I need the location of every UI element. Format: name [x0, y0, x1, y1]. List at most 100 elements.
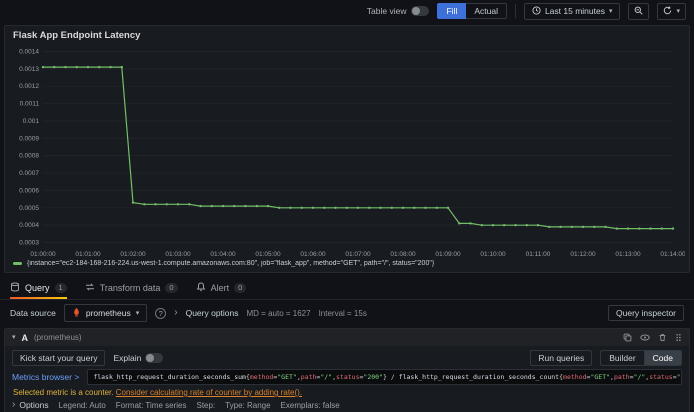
- drag-handle-icon[interactable]: [675, 333, 682, 342]
- kick-start-query-button[interactable]: Kick start your query: [12, 350, 106, 366]
- refresh-icon: [663, 6, 672, 17]
- legend: {instance="ec2-184-168-216-224.us-west-1…: [5, 259, 689, 272]
- query-editor-row-a: ▾ A (prometheus) Kick start your query E…: [4, 328, 690, 412]
- svg-text:0.0014: 0.0014: [19, 48, 39, 55]
- query-row-header[interactable]: ▾ A (prometheus): [5, 329, 689, 346]
- svg-text:01:01:00: 01:01:00: [75, 251, 101, 258]
- actual-button[interactable]: Actual: [466, 3, 507, 19]
- fill-button[interactable]: Fill: [437, 3, 467, 19]
- time-range-label: Last 15 minutes: [544, 6, 605, 16]
- query-ref-id[interactable]: A: [22, 333, 29, 343]
- panel-editor-topbar: Table view Fill Actual Last 15 minutes ▾…: [0, 0, 694, 22]
- tab-transform-data[interactable]: Transform data 0: [85, 276, 178, 299]
- table-view-label: Table view: [366, 6, 407, 16]
- svg-text:0.0003: 0.0003: [19, 240, 39, 247]
- datasource-help-icon[interactable]: ?: [155, 307, 167, 319]
- chevron-down-icon: ▾: [608, 7, 613, 15]
- svg-text:01:04:00: 01:04:00: [210, 251, 236, 258]
- svg-text:0.0009: 0.0009: [19, 135, 39, 142]
- collapse-chevron-icon[interactable]: ▾: [12, 334, 16, 341]
- option-step: Step:: [196, 400, 216, 410]
- transform-icon: [85, 282, 95, 294]
- svg-text:01:07:00: 01:07:00: [345, 251, 371, 258]
- tab-badge: 0: [234, 282, 247, 293]
- code-editor-row: Metrics browser > flask_http_request_dur…: [12, 369, 682, 385]
- query-options-summary-row: › Options Legend: Auto Format: Time seri…: [12, 399, 682, 411]
- prometheus-icon: [72, 307, 81, 319]
- query-options-toggle[interactable]: Query options: [186, 308, 239, 318]
- metrics-browser-toggle[interactable]: Metrics browser >: [12, 372, 79, 382]
- query-row-body: Kick start your query Explain Run querie…: [5, 346, 689, 412]
- option-legend: Legend: Auto: [58, 400, 106, 410]
- panel-title[interactable]: Flask App Endpoint Latency: [5, 26, 689, 43]
- duplicate-query-icon[interactable]: [623, 333, 632, 342]
- query-options-interval: Interval = 15s: [318, 308, 367, 318]
- svg-text:0.0007: 0.0007: [19, 170, 39, 177]
- tab-alert[interactable]: Alert 0: [196, 276, 247, 299]
- tab-query[interactable]: Query 1: [10, 276, 67, 299]
- tab-badge: 1: [54, 282, 67, 293]
- chevron-down-icon: ▾: [676, 7, 680, 15]
- tab-label: Alert: [210, 282, 230, 293]
- counter-warning: Selected metric is a counter. Consider c…: [12, 388, 682, 397]
- svg-text:01:12:00: 01:12:00: [570, 251, 596, 258]
- latency-chart[interactable]: 0.0014 0.0013 0.0012 0.0011 0.001 0.0009 0.000…: [9, 43, 685, 259]
- svg-text:0.0004: 0.0004: [19, 222, 39, 229]
- svg-text:0.0013: 0.0013: [19, 66, 39, 73]
- query-toolbar-row: Kick start your query Explain Run querie…: [12, 350, 682, 366]
- explain-group: Explain: [113, 353, 164, 363]
- svg-text:01:05:00: 01:05:00: [255, 251, 281, 258]
- datasource-name: prometheus: [85, 308, 131, 318]
- option-format: Format: Time series: [115, 400, 187, 410]
- editor-mode-toggle: Builder Code: [600, 350, 682, 366]
- datasource-row: Data source prometheus ▾ ? › Query optio…: [0, 300, 694, 326]
- svg-text:0.001: 0.001: [23, 118, 40, 125]
- explain-toggle[interactable]: [145, 353, 164, 363]
- series-color-marker: [13, 262, 22, 265]
- editor-tabs: Query 1 Transform data 0 Alert 0: [0, 276, 694, 300]
- query-options-maxdatapoints: MD = auto = 1627: [246, 308, 311, 318]
- table-view-group: Table view: [367, 6, 430, 16]
- remove-query-icon[interactable]: [658, 333, 667, 342]
- add-rate-link[interactable]: Consider calculating rate of counter by …: [116, 388, 302, 397]
- option-type: Type: Range: [225, 400, 271, 410]
- chart-area: 0.0014 0.0013 0.0012 0.0011 0.001 0.0009 0.000…: [5, 43, 689, 259]
- svg-text:01:06:00: 01:06:00: [300, 251, 326, 258]
- svg-text:01:09:00: 01:09:00: [435, 251, 461, 258]
- svg-text:01:11:00: 01:11:00: [526, 251, 551, 258]
- explain-label: Explain: [113, 353, 142, 363]
- zoom-out-icon: [634, 6, 644, 17]
- clock-icon: [532, 5, 541, 17]
- query-datasource-hint: (prometheus): [34, 333, 82, 342]
- datasource-picker[interactable]: prometheus ▾: [63, 304, 148, 322]
- warning-text: Selected metric is a counter.: [13, 388, 114, 397]
- svg-text:0.0012: 0.0012: [19, 83, 39, 90]
- series-legend-label[interactable]: {instance="ec2-184-168-216-224.us-west-1…: [27, 260, 434, 267]
- hide-query-icon[interactable]: [640, 333, 650, 342]
- chevron-right-icon: ›: [174, 307, 178, 318]
- promql-expression-input[interactable]: flask_http_request_duration_seconds_sum{…: [87, 369, 682, 385]
- tab-badge: 0: [165, 282, 178, 293]
- query-inspector-button[interactable]: Query inspector: [608, 305, 684, 321]
- chevron-right-icon: ›: [12, 399, 16, 410]
- refresh-button[interactable]: ▾: [657, 2, 686, 20]
- timeseries-panel: Flask App Endpoint Latency 0.0014 0.0013 0…: [4, 25, 690, 273]
- svg-text:0.0008: 0.0008: [19, 153, 39, 160]
- pane-size-toggle: Fill Actual: [437, 3, 507, 19]
- chevron-down-icon: ▾: [135, 309, 140, 317]
- code-mode-button[interactable]: Code: [644, 350, 682, 366]
- svg-text:01:02:00: 01:02:00: [120, 251, 146, 258]
- time-range-picker[interactable]: Last 15 minutes ▾: [523, 2, 621, 20]
- options-toggle[interactable]: › Options: [12, 399, 49, 411]
- builder-mode-button[interactable]: Builder: [600, 350, 645, 366]
- svg-text:01:10:00: 01:10:00: [480, 251, 506, 258]
- table-view-toggle[interactable]: [411, 6, 430, 16]
- svg-text:0.0011: 0.0011: [20, 101, 40, 108]
- bell-icon: [196, 281, 206, 294]
- query-row-actions: [623, 333, 682, 342]
- database-icon: [10, 282, 20, 294]
- option-exemplars: Exemplars: false: [280, 400, 340, 410]
- options-label: Options: [19, 400, 49, 410]
- run-queries-button[interactable]: Run queries: [530, 350, 593, 366]
- zoom-out-button[interactable]: [628, 2, 650, 20]
